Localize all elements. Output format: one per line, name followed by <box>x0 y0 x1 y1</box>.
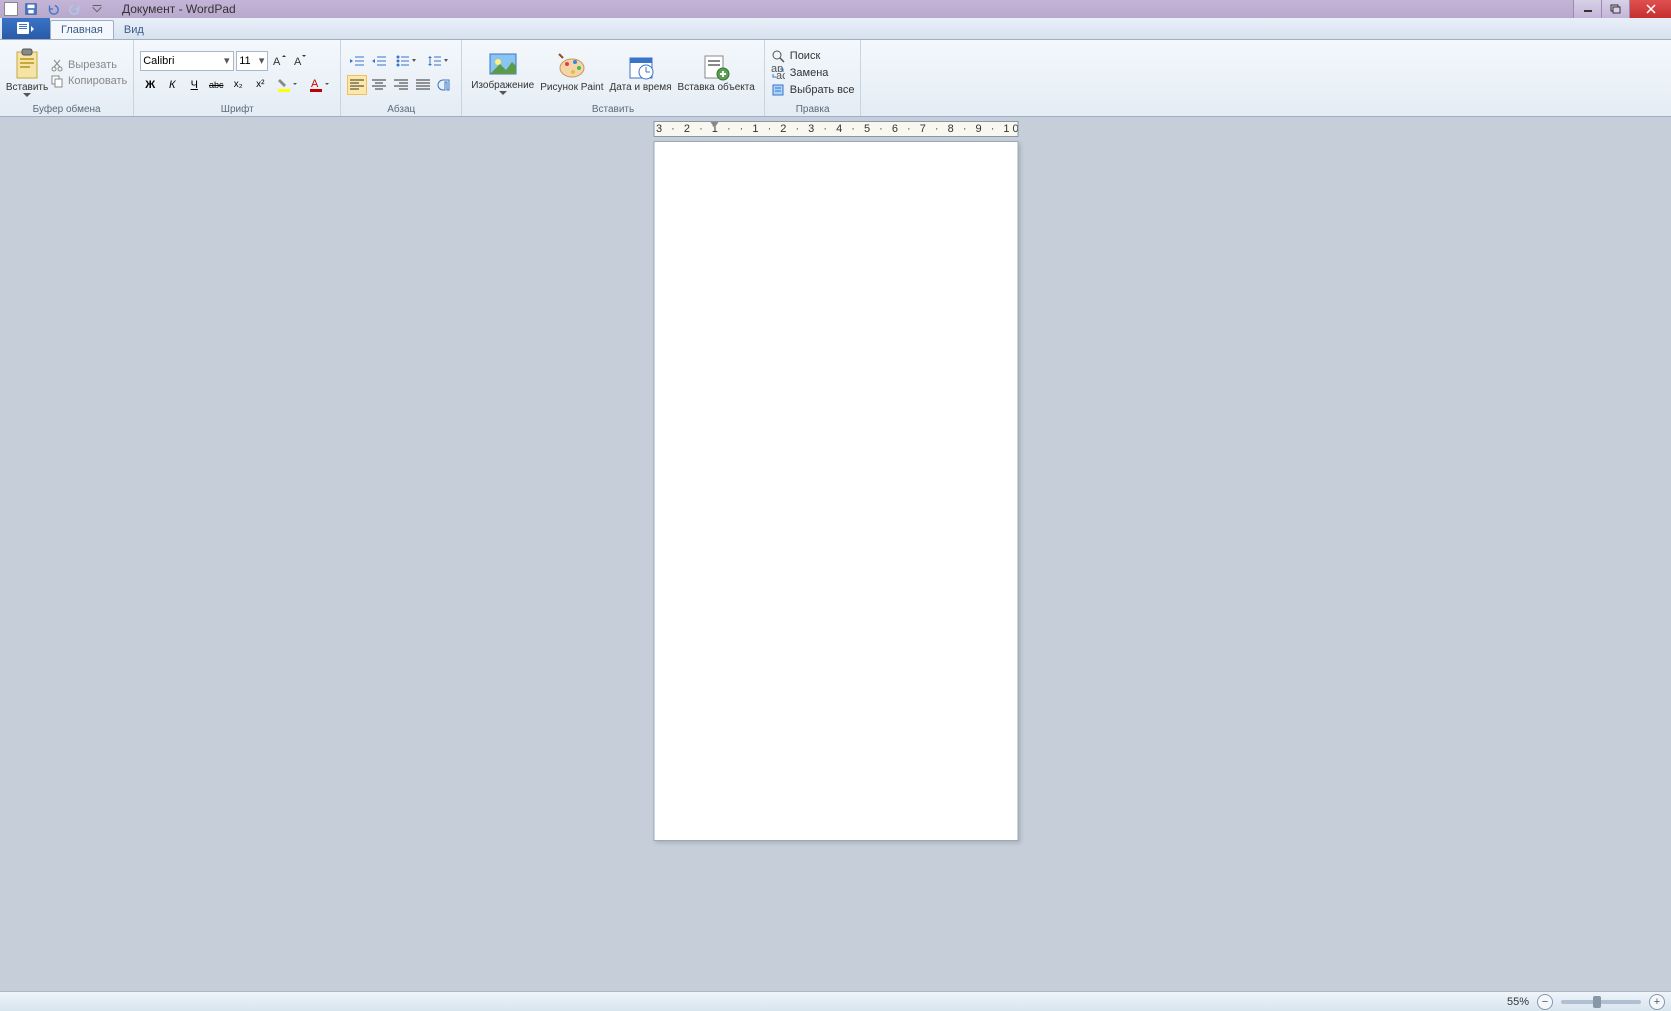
subscript-button[interactable]: x₂ <box>228 75 248 95</box>
insert-datetime-label: Дата и время <box>610 82 672 93</box>
document-page[interactable] <box>653 141 1018 841</box>
copy-button[interactable]: Копировать <box>50 74 127 88</box>
font-size-combo[interactable]: ▾ <box>236 51 268 71</box>
align-center-button[interactable] <box>369 75 389 95</box>
underline-button[interactable]: Ч <box>184 75 204 95</box>
document-workspace: 3 · 2 · 1 · · 1 · 2 · 3 · 4 · 5 · 6 · 7 … <box>0 117 1671 991</box>
group-insert: Изображение Рисунок Paint Дата и время В… <box>462 40 765 116</box>
increase-indent-button[interactable] <box>369 51 389 71</box>
font-name-input[interactable] <box>143 55 222 67</box>
svg-text:A: A <box>273 56 281 68</box>
insert-object-button[interactable]: Вставка объекта <box>675 52 758 93</box>
paragraph-dialog-button[interactable] <box>435 75 455 95</box>
tab-home[interactable]: Главная <box>50 20 114 39</box>
title-bar: Документ - WordPad <box>0 0 1671 18</box>
cut-button[interactable]: Вырезать <box>50 58 127 72</box>
group-clipboard: Вставить Вырезать Копировать Буфер обмен… <box>0 40 134 116</box>
qat-undo-button[interactable] <box>44 1 62 17</box>
right-indent-marker[interactable] <box>959 136 967 137</box>
select-all-button[interactable]: Выбрать все <box>771 83 855 97</box>
svg-text:A: A <box>311 78 319 90</box>
bullets-button[interactable] <box>391 51 421 71</box>
align-left-button[interactable] <box>347 75 367 95</box>
tab-view[interactable]: Вид <box>114 21 154 39</box>
left-indent-marker[interactable] <box>708 136 716 137</box>
first-line-indent-marker[interactable] <box>710 122 718 128</box>
insert-paint-button[interactable]: Рисунок Paint <box>537 52 606 93</box>
align-justify-button[interactable] <box>413 75 433 95</box>
insert-object-label: Вставка объекта <box>678 82 755 93</box>
zoom-in-button[interactable]: + <box>1649 994 1665 1010</box>
ribbon-tabs: Главная Вид <box>0 18 1671 40</box>
zoom-slider-thumb[interactable] <box>1593 996 1601 1008</box>
ribbon: Вставить Вырезать Копировать Буфер обмен… <box>0 40 1671 117</box>
svg-text:ac: ac <box>776 70 785 80</box>
insert-image-button[interactable]: Изображение <box>468 50 537 95</box>
file-menu-button[interactable] <box>2 17 50 39</box>
paste-label: Вставить <box>6 82 48 93</box>
replace-button[interactable]: abac Замена <box>771 66 855 80</box>
bold-button[interactable]: Ж <box>140 75 160 95</box>
highlight-color-button[interactable] <box>272 75 302 95</box>
grow-font-button[interactable]: A <box>270 51 288 71</box>
chevron-down-icon[interactable]: ▾ <box>222 54 231 67</box>
chevron-down-icon[interactable]: ▾ <box>258 54 265 67</box>
group-label-clipboard: Буфер обмена <box>6 103 127 116</box>
superscript-button[interactable]: x² <box>250 75 270 95</box>
paste-button[interactable]: Вставить <box>6 48 48 97</box>
minimize-button[interactable] <box>1573 0 1601 18</box>
zoom-out-button[interactable]: − <box>1537 994 1553 1010</box>
app-icon <box>4 2 18 16</box>
insert-datetime-button[interactable]: Дата и время <box>607 52 675 93</box>
close-button[interactable] <box>1629 0 1671 18</box>
find-button[interactable]: Поиск <box>771 49 855 63</box>
status-bar: 55% − + <box>0 991 1671 1011</box>
align-right-button[interactable] <box>391 75 411 95</box>
svg-text:A: A <box>294 56 302 68</box>
group-label-editing: Правка <box>771 103 855 116</box>
qat-redo-button[interactable] <box>66 1 84 17</box>
group-label-font: Шрифт <box>140 103 334 116</box>
italic-button[interactable]: К <box>162 75 182 95</box>
line-spacing-button[interactable] <box>423 51 453 71</box>
group-font: ▾ ▾ A A Ж К Ч abc x₂ x² <box>134 40 341 116</box>
font-size-input[interactable] <box>239 55 258 67</box>
qat-save-button[interactable] <box>22 1 40 17</box>
group-label-paragraph: Абзац <box>347 103 455 116</box>
insert-paint-label: Рисунок Paint <box>540 82 603 93</box>
horizontal-ruler[interactable]: 3 · 2 · 1 · · 1 · 2 · 3 · 4 · 5 · 6 · 7 … <box>653 121 1018 137</box>
decrease-indent-button[interactable] <box>347 51 367 71</box>
font-color-button[interactable]: A <box>304 75 334 95</box>
strikethrough-button[interactable]: abc <box>206 75 226 95</box>
maximize-button[interactable] <box>1601 0 1629 18</box>
qat-customize-button[interactable] <box>88 1 106 17</box>
group-editing: Поиск abac Замена Выбрать все Правка <box>765 40 862 116</box>
zoom-slider[interactable] <box>1561 1000 1641 1004</box>
insert-image-label: Изображение <box>471 80 534 91</box>
font-name-combo[interactable]: ▾ <box>140 51 234 71</box>
zoom-percentage: 55% <box>1507 996 1529 1008</box>
group-label-insert: Вставить <box>468 103 758 116</box>
group-paragraph: Абзац <box>341 40 462 116</box>
window-title: Документ - WordPad <box>122 2 236 16</box>
shrink-font-button[interactable]: A <box>290 51 308 71</box>
